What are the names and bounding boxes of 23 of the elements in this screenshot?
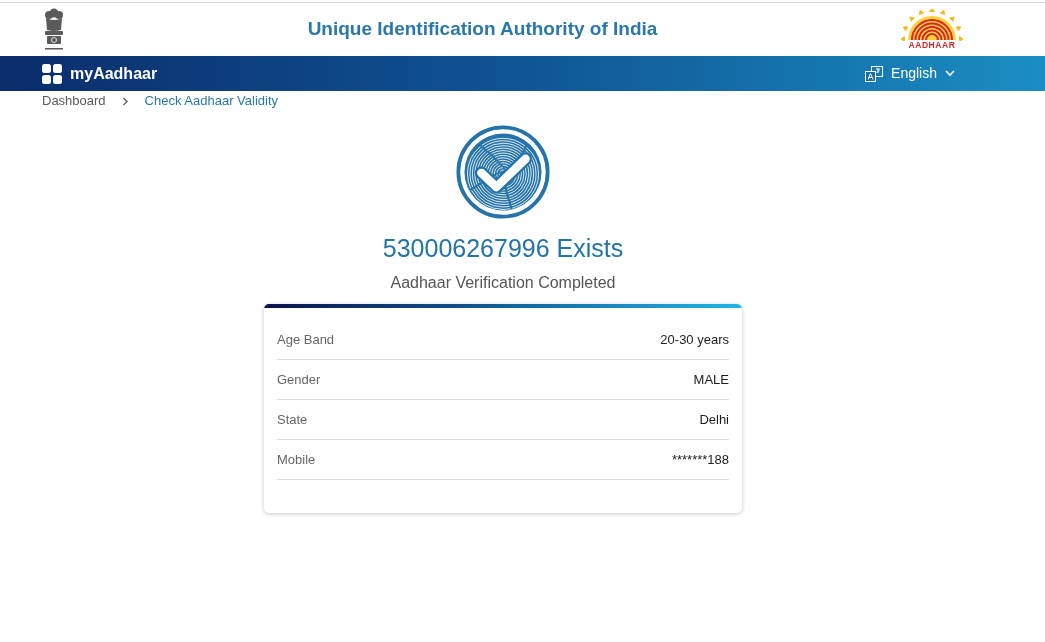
breadcrumb-link[interactable]: Dashboard — [42, 91, 106, 111]
sun-fingerprint-logo-icon — [901, 9, 963, 42]
chevron-right-icon — [121, 96, 129, 106]
detail-value: MALE — [693, 370, 729, 389]
detail-label: Mobile — [277, 450, 316, 469]
fingerprint-check-icon — [456, 125, 550, 219]
detail-label: Age Band — [277, 330, 335, 349]
national-emblem-icon — [42, 7, 66, 52]
detail-label: State — [277, 410, 308, 429]
site-title: Unique Identification Authority of India — [307, 18, 658, 41]
language-dropdown[interactable]: English — [865, 63, 955, 84]
translate-icon — [865, 65, 884, 82]
result-heading: 530006267996 Exists — [382, 233, 624, 263]
detail-value: Delhi — [699, 410, 729, 429]
logo-text: AADHAAR — [908, 41, 956, 50]
detail-value: 20-30 years — [660, 330, 729, 349]
detail-label: Gender — [277, 370, 321, 389]
brand-link[interactable]: myAadhaar — [42, 61, 158, 86]
grid-icon — [42, 63, 62, 84]
detail-value: *******188 — [671, 450, 729, 469]
chevron-down-icon — [945, 70, 955, 77]
result-subtitle: Aadhaar Verification Completed — [390, 273, 616, 293]
breadcrumb-link[interactable]: Check Aadhaar Validity — [144, 91, 279, 111]
